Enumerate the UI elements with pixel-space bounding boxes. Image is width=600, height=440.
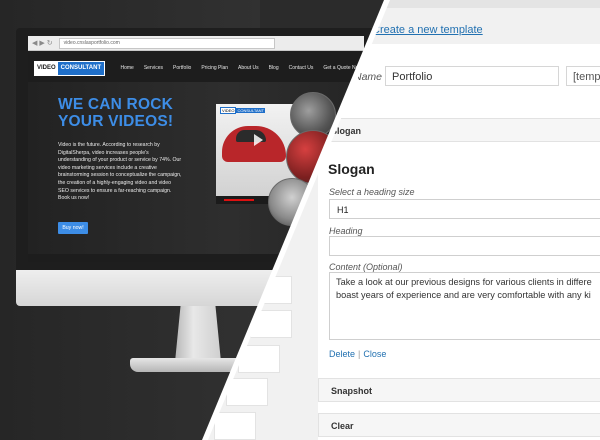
hero-headline-line1: WE CAN ROCK [58, 96, 173, 113]
browser-toolbar: ◀ ▶ ↻ video.cnslasportfolio.com [28, 36, 364, 51]
nav-home[interactable]: Home [120, 65, 133, 71]
slogan-panel-header[interactable]: Slogan [318, 118, 600, 142]
buy-now-button[interactable]: Buy now! [58, 222, 88, 234]
heading-size-label: Select a heading size [329, 187, 415, 197]
content-textarea[interactable]: Take a look at our previous designs for … [329, 272, 600, 340]
heading-input[interactable] [329, 236, 600, 256]
slogan-title: Slogan [328, 161, 375, 177]
snapshot-panel-header[interactable]: Snapshot [318, 378, 600, 402]
website-menu: Home Services Portfolio Pricing Plan Abo… [110, 65, 362, 71]
hero-headline: WE CAN ROCK YOUR VIDEOS! [58, 96, 173, 130]
forward-arrow-icon[interactable]: ▶ [39, 39, 44, 47]
heading-label: Heading [329, 226, 363, 236]
nav-portfolio[interactable]: Portfolio [173, 65, 191, 71]
panel-actions: Delete | Close [329, 349, 386, 359]
website-nav: VIDEO CONSULTANT Home Services Portfolio… [28, 56, 364, 80]
website-logo[interactable]: VIDEO CONSULTANT [34, 60, 106, 76]
back-arrow-icon[interactable]: ◀ [32, 39, 37, 47]
reload-icon[interactable]: ↻ [47, 39, 53, 47]
template-shortcode-input[interactable]: [templ [566, 66, 600, 86]
action-separator: | [358, 349, 361, 359]
address-bar[interactable]: video.cnslasportfolio.com [58, 37, 275, 49]
create-template-link[interactable]: Create a new template [372, 24, 483, 36]
video-logo-part1: VIDEO [220, 107, 237, 114]
editor-row-box [226, 378, 268, 406]
nav-about-us[interactable]: About Us [238, 65, 259, 71]
nav-blog[interactable]: Blog [269, 65, 279, 71]
name-input[interactable]: Portfolio [385, 66, 559, 86]
hero-headline-line2: YOUR VIDEOS! [58, 113, 174, 130]
nav-services[interactable]: Services [144, 65, 163, 71]
clear-panel-header[interactable]: Clear [318, 413, 600, 437]
editor-row-box [214, 412, 256, 440]
delete-link[interactable]: Delete [329, 349, 355, 359]
play-icon[interactable] [254, 134, 263, 146]
close-link[interactable]: Close [363, 349, 386, 359]
monitor-stand [175, 306, 221, 362]
video-logo: VIDEO CONSULTANT [220, 107, 265, 114]
nav-contact-us[interactable]: Contact Us [289, 65, 314, 71]
logo-consultant-text: CONSULTANT [57, 61, 105, 75]
hero-paragraph: Video is the future. According to resear… [58, 142, 182, 202]
heading-size-select[interactable]: H1 [329, 199, 600, 219]
content-label: Content (Optional) [329, 262, 403, 272]
logo-video-text: VIDEO [35, 61, 58, 75]
video-logo-part2: CONSULTANT [236, 108, 265, 113]
nav-pricing-plan[interactable]: Pricing Plan [201, 65, 228, 71]
